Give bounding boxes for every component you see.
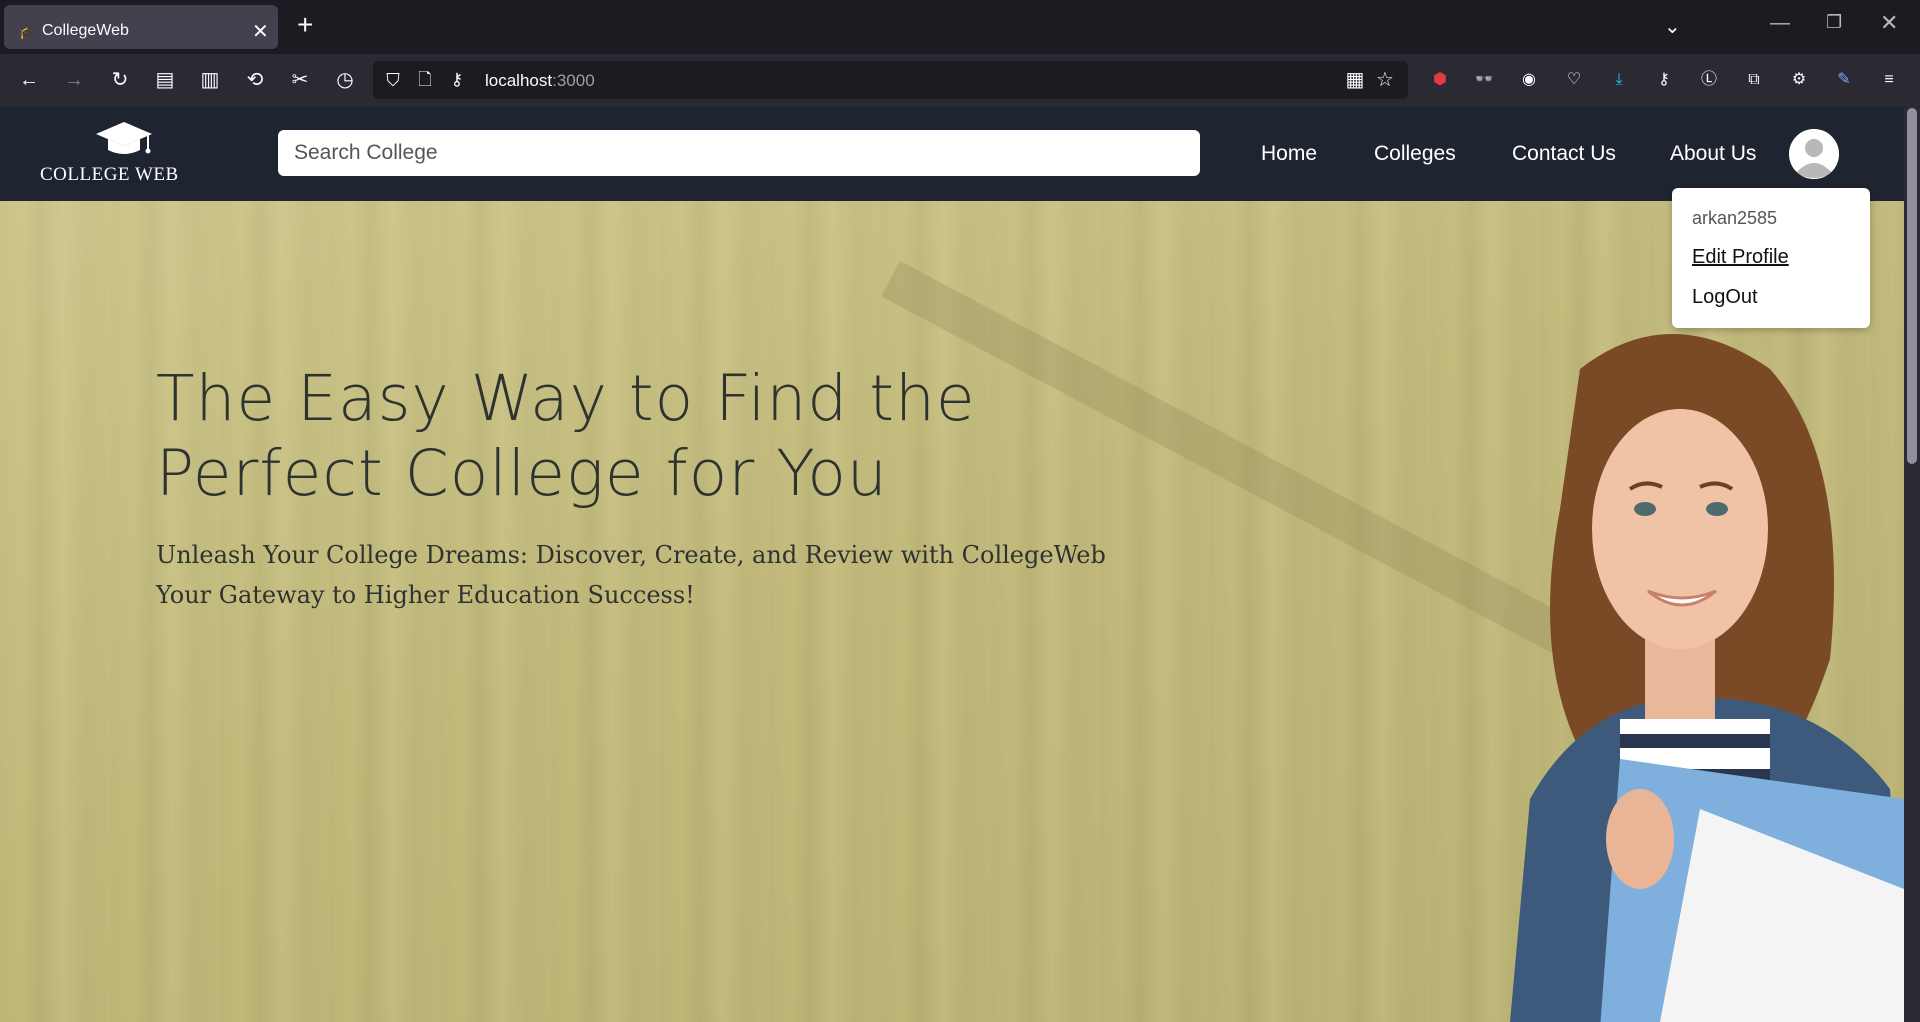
nav-contact-link[interactable]: Contact Us — [1512, 142, 1616, 166]
screenshot-icon[interactable]: ✂ — [288, 68, 312, 92]
student-image — [1510, 334, 1904, 1022]
window-close-icon[interactable]: ✕ — [1880, 10, 1898, 36]
hero-subtitle-line2: Your Gateway to Higher Education Success… — [156, 581, 695, 609]
logo-text: COLLEGE WEB — [40, 164, 179, 185]
gear-icon[interactable]: ⚙ — [1787, 68, 1811, 92]
account-icon[interactable]: Ⓛ — [1697, 68, 1721, 92]
page-viewport: COLLEGE WEB Home Colleges Contact Us Abo… — [0, 106, 1904, 1022]
minimize-icon[interactable]: — — [1770, 12, 1790, 35]
close-icon[interactable]: ✕ — [252, 19, 269, 44]
search-input[interactable] — [278, 130, 1200, 176]
forward-icon[interactable]: → — [62, 68, 86, 92]
password-icon[interactable]: ⚷ — [1652, 68, 1676, 92]
browser-tab[interactable]: 🎓 CollegeWeb ✕ — [4, 5, 278, 49]
new-tab-button[interactable]: + — [297, 11, 313, 39]
extensions-icon[interactable]: ⧉ — [1742, 68, 1766, 92]
hero-section: The Easy Way to Find the Perfect College… — [0, 201, 1904, 1022]
site-header: COLLEGE WEB Home Colleges Contact Us Abo… — [0, 106, 1904, 201]
tab-bar: 🎓 CollegeWeb ✕ + ⌄ — ❐ ✕ — [0, 0, 1920, 54]
tab-title: CollegeWeb — [42, 22, 129, 39]
qr-code-icon[interactable]: ▦ — [1343, 68, 1367, 92]
logout-button[interactable]: LogOut — [1692, 286, 1758, 309]
url-text[interactable]: localhost:3000 — [485, 71, 595, 91]
pen-icon[interactable]: ✎ — [1832, 68, 1856, 92]
key-icon[interactable]: ⚷ — [445, 68, 469, 92]
glasses-icon[interactable]: 👓 — [1472, 68, 1496, 92]
site-logo[interactable]: COLLEGE WEB — [36, 120, 179, 190]
chevron-down-icon[interactable]: ⌄ — [1664, 14, 1681, 39]
url-bar[interactable]: ⛉ 🗋 ⚷ localhost:3000 ▦ ☆ — [373, 61, 1408, 99]
navigation-toolbar: ← → ↻ ▤ ▥ ⟲ ✂ ◷ ⛉ 🗋 ⚷ localhost:3000 ▦ ☆… — [0, 54, 1920, 106]
graduation-cap-icon — [96, 122, 152, 154]
download-icon[interactable]: ⤓ — [1607, 68, 1631, 92]
scrollbar-thumb[interactable] — [1907, 108, 1917, 464]
nav-about-link[interactable]: About Us — [1670, 142, 1756, 166]
mask-icon[interactable]: ◉ — [1517, 68, 1541, 92]
nav-home-link[interactable]: Home — [1261, 142, 1317, 166]
star-icon[interactable]: ☆ — [1373, 68, 1397, 92]
history-icon[interactable]: ⟲ — [243, 68, 267, 92]
sidebar-icon[interactable]: ▤ — [153, 68, 177, 92]
reload-icon[interactable]: ↻ — [108, 68, 132, 92]
user-icon — [1789, 129, 1839, 179]
hero-title: The Easy Way to Find the Perfect College… — [156, 362, 976, 510]
nav-colleges-link[interactable]: Colleges — [1374, 142, 1456, 166]
dropdown-username: arkan2585 — [1692, 208, 1778, 228]
shield-icon[interactable]: ⛉ — [381, 68, 405, 92]
menu-icon[interactable]: ≡ — [1877, 68, 1901, 92]
ublock-icon[interactable]: ⬢ — [1428, 68, 1452, 92]
reader-icon[interactable]: ▥ — [198, 68, 222, 92]
back-icon[interactable]: ← — [17, 68, 41, 92]
edit-profile-link[interactable]: Edit Profile — [1692, 246, 1789, 269]
profile-dropdown: arkan2585 Edit Profile LogOut — [1672, 188, 1870, 328]
avatar[interactable] — [1789, 129, 1839, 179]
restore-icon[interactable]: ❐ — [1826, 12, 1842, 33]
hero-subtitle-line1: Unleash Your College Dreams: Discover, C… — [156, 541, 1106, 569]
clock-icon[interactable]: ◷ — [333, 68, 357, 92]
graduation-cap-icon: 🎓 — [18, 23, 37, 40]
page-icon[interactable]: 🗋 — [413, 68, 437, 92]
pocket-icon[interactable]: ♡ — [1562, 68, 1586, 92]
